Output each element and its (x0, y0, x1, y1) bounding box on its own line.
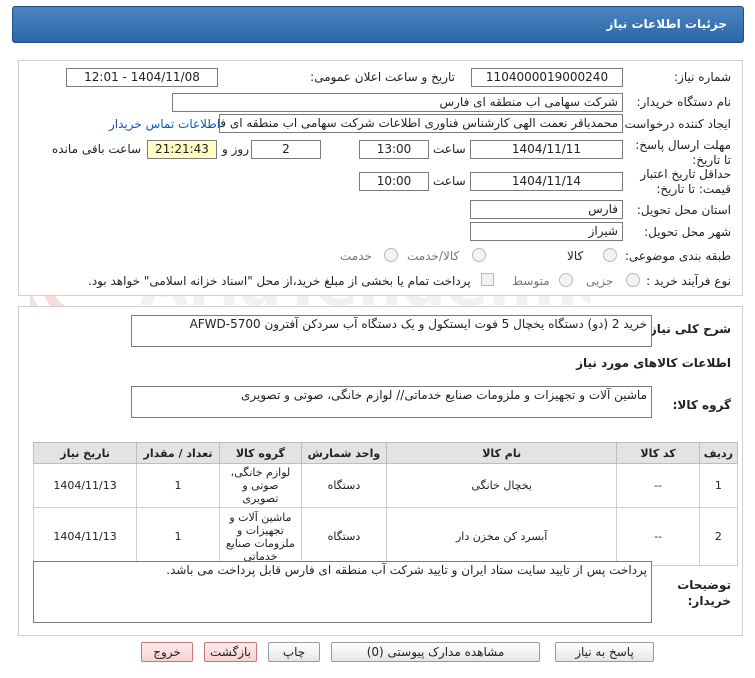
exit-button[interactable]: خروج (141, 642, 193, 662)
category-radio-service[interactable] (384, 248, 398, 262)
category-option-goods-service: کالا/خدمت (407, 249, 460, 263)
category-radio-goods-service[interactable] (472, 248, 486, 262)
page-title: جزئیات اطلاعات نیاز (606, 17, 727, 31)
col-goods-code: کد کالا (616, 442, 700, 464)
process-radio-minor[interactable] (626, 273, 640, 287)
goods-table: ردیف کد کالا نام کالا واحد شمارش گروه کا… (32, 442, 739, 566)
reply-time-label: ساعت (433, 142, 466, 156)
province-label: استان محل تحویل: (636, 203, 731, 217)
buyer-notes-label: توضیحات خریدار: (677, 578, 731, 608)
goods-code-cell: -- (616, 463, 700, 508)
treasury-payment-checkbox[interactable] (481, 273, 494, 286)
category-option-service: خدمت (340, 249, 372, 263)
need-number-label: شماره نیاز: (674, 70, 731, 84)
treasury-payment-note: پرداخت تمام یا بخشی از مبلغ خرید،از محل … (88, 274, 471, 288)
print-button[interactable]: چاپ (268, 642, 320, 662)
time-remaining-field: 21:21:43 (147, 140, 217, 159)
category-option-goods: کالا (567, 249, 584, 263)
col-need-date: تاریخ نیاز (32, 442, 138, 464)
need-number-field: 1104000019000240 (471, 68, 623, 87)
general-description-label: شرح کلی نیاز: (645, 322, 731, 336)
reply-deadline-label: مهلت ارسال پاسخ: تا تاریخ: (635, 138, 731, 167)
col-goods-group: گروه کالا (218, 442, 302, 464)
buyer-notes-field: پرداخت پس از تایید سایت ستاد ایران و تای… (33, 561, 652, 623)
table-row: 2 -- آبسرد کن مخزن دار دستگاه ماشین آلات… (32, 507, 739, 566)
goods-name-cell: آبسرد کن مخزن دار (385, 507, 618, 566)
announce-datetime-field: 1404/11/08 - 12:01 (66, 68, 218, 87)
table-row: 1 -- یخچال خانگی دستگاه لوازم خانگی، صوت… (32, 463, 739, 508)
city-field: شیراز (470, 222, 623, 241)
need-date-cell: 1404/11/13 (32, 507, 138, 566)
reply-deadline-time: 13:00 (359, 140, 429, 159)
col-unit: واحد شمارش (300, 442, 387, 464)
row-number-cell: 1 (698, 463, 739, 508)
need-date-cell: 1404/11/13 (32, 463, 138, 508)
price-time-label: ساعت (433, 174, 466, 188)
announce-datetime-label: تاریخ و ساعت اعلان عمومی: (310, 70, 455, 84)
reply-button[interactable]: پاسخ به نیاز (555, 642, 654, 662)
buyer-org-label: نام دستگاه خریدار: (636, 95, 732, 109)
goods-code-cell: -- (616, 507, 700, 566)
price-validity-time: 10:00 (359, 172, 429, 191)
goods-group-cell: لوازم خانگی، صوتی و تصویری (218, 463, 302, 508)
goods-group-field: ماشین آلات و تجهیزات و ملزومات صنایع خدم… (131, 386, 652, 418)
price-validity-label: حداقل تاریخ اعتبار قیمت: تا تاریخ: (640, 167, 731, 196)
days-label: روز و (222, 142, 249, 156)
process-option-medium: متوسط (512, 274, 550, 288)
requester-label: ایجاد کننده درخواست: (620, 117, 731, 131)
reply-deadline-date: 1404/11/11 (470, 140, 623, 159)
goods-group-cell: ماشین آلات و تجهیزات و ملزومات صنایع خدم… (218, 507, 302, 566)
unit-cell: دستگاه (300, 463, 387, 508)
time-remaining-label: ساعت باقی مانده (52, 142, 142, 156)
view-attachments-button[interactable]: مشاهده مدارک پیوستی (0) (331, 642, 540, 662)
unit-cell: دستگاه (300, 507, 387, 566)
quantity-cell: 1 (136, 463, 220, 508)
category-label: طبقه بندی موضوعی: (624, 249, 731, 263)
goods-name-cell: یخچال خانگی (385, 463, 618, 508)
category-radio-goods[interactable] (603, 248, 617, 262)
process-option-minor: جزیی (586, 274, 614, 288)
page-header: جزئیات اطلاعات نیاز (12, 6, 744, 43)
days-remaining-field: 2 (251, 140, 321, 159)
row-number-cell: 2 (698, 507, 739, 566)
requester-field: محمدباقر نعمت الهی کارشناس فناوری اطلاعا… (219, 114, 623, 133)
table-header-row: ردیف کد کالا نام کالا واحد شمارش گروه کا… (32, 442, 739, 464)
goods-group-label: گروه کالا: (672, 398, 731, 412)
back-button[interactable]: بازگشت (204, 642, 257, 662)
buyer-org-field: شرکت سهامی اب منطقه ای فارس (172, 93, 623, 112)
price-validity-date: 1404/11/14 (470, 172, 623, 191)
buyer-contact-link[interactable]: اطلاعات تماس خریدار (109, 117, 220, 131)
col-quantity: تعداد / مقدار (136, 442, 220, 464)
col-row-number: ردیف (698, 442, 739, 464)
process-radio-medium[interactable] (559, 273, 573, 287)
col-goods-name: نام کالا (385, 442, 618, 464)
province-field: فارس (470, 200, 623, 219)
process-type-label: نوع فرآیند خرید : (646, 274, 731, 288)
quantity-cell: 1 (136, 507, 220, 566)
city-label: شهر محل تحویل: (644, 225, 731, 239)
goods-info-title: اطلاعات کالاهای مورد نیاز (576, 356, 731, 370)
general-description-field: خرید 2 (دو) دستگاه یخچال 5 فوت ایستکول و… (131, 315, 652, 347)
